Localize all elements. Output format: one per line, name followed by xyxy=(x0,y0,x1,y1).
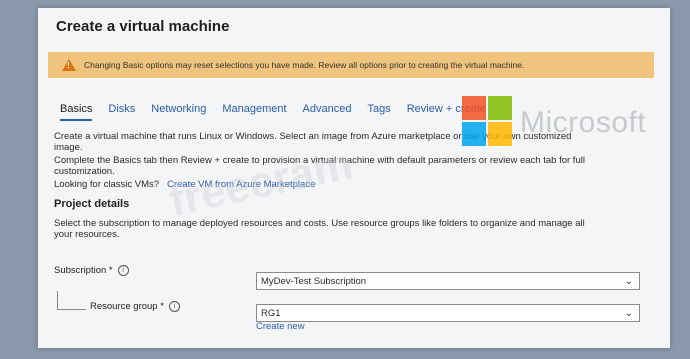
chevron-down-icon: ⌄ xyxy=(624,308,633,319)
project-desc-1: Select the subscription to manage deploy… xyxy=(54,218,585,229)
create-vm-panel: Create a virtual machine ! Changing Basi… xyxy=(38,8,670,348)
resource-group-value: RG1 xyxy=(261,307,281,319)
microsoft-watermark-text: Microsoft xyxy=(520,106,647,139)
site-watermark: freecram xyxy=(164,139,357,226)
tab-advanced[interactable]: Advanced xyxy=(303,103,352,121)
microsoft-logo-watermark xyxy=(462,96,514,148)
project-details-heading: Project details xyxy=(54,198,130,210)
subscription-value: MyDev-Test Subscription xyxy=(261,275,367,287)
tab-networking[interactable]: Networking xyxy=(151,103,206,121)
tab-management[interactable]: Management xyxy=(222,103,286,121)
intro-line-1b: image. xyxy=(54,142,83,153)
subscription-select[interactable]: MyDev-Test Subscription ⌄ xyxy=(256,272,640,290)
rg-label-row: Resource group * i xyxy=(90,301,180,312)
warning-banner: ! Changing Basic options may reset selec… xyxy=(48,52,654,78)
resource-group-label: Resource group * xyxy=(90,301,164,313)
tab-disks[interactable]: Disks xyxy=(108,103,135,121)
subscription-label-row: Subscription * i xyxy=(54,265,129,276)
project-desc-2: your resources. xyxy=(54,229,120,240)
intro-line-2b: customization. xyxy=(54,166,115,177)
warning-icon: ! xyxy=(62,59,76,71)
create-new-link[interactable]: Create new xyxy=(256,321,305,332)
chevron-down-icon: ⌄ xyxy=(624,276,633,287)
page-title: Create a virtual machine xyxy=(56,18,230,35)
warning-text: Changing Basic options may reset selecti… xyxy=(84,60,525,70)
tab-tags[interactable]: Tags xyxy=(367,103,390,121)
tab-basics[interactable]: Basics xyxy=(60,103,93,121)
resource-group-select[interactable]: RG1 ⌄ xyxy=(256,304,640,322)
classic-vms-label: Looking for classic VMs? xyxy=(54,179,160,190)
info-icon[interactable]: i xyxy=(168,301,180,312)
subscription-label: Subscription * xyxy=(54,265,113,277)
tree-connector xyxy=(57,291,86,310)
tab-bar: Basics Disks Networking Management Advan… xyxy=(60,103,502,121)
info-icon[interactable]: i xyxy=(117,265,129,276)
